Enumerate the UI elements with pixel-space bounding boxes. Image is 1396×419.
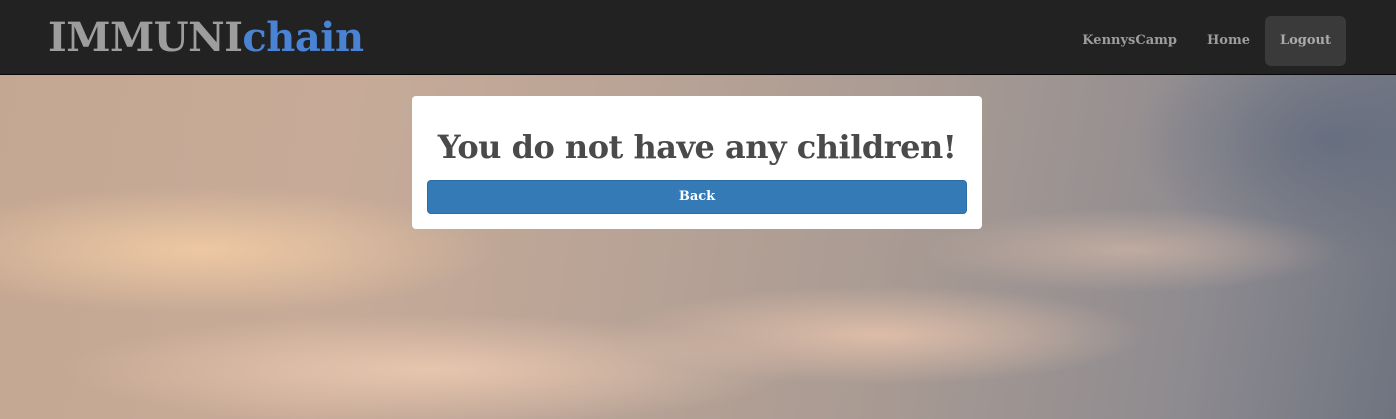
- brand-text-chain: chain: [242, 14, 364, 61]
- brand-text-immuni: IMMUNI: [48, 14, 243, 61]
- nav-link-home[interactable]: Home: [1192, 16, 1265, 66]
- no-children-message: You do not have any children!: [437, 128, 957, 166]
- nav-link-logout[interactable]: Logout: [1264, 16, 1346, 66]
- back-button[interactable]: Back: [427, 180, 967, 214]
- top-navbar: IMMUNIchain KennysCamp Home Logout: [0, 0, 1396, 75]
- message-panel: You do not have any children! Back: [412, 96, 982, 229]
- nav-link-kennyscamp[interactable]: KennysCamp: [1067, 16, 1192, 66]
- nav-links: KennysCamp Home Logout: [1067, 16, 1346, 66]
- brand-logo[interactable]: IMMUNIchain: [48, 14, 364, 62]
